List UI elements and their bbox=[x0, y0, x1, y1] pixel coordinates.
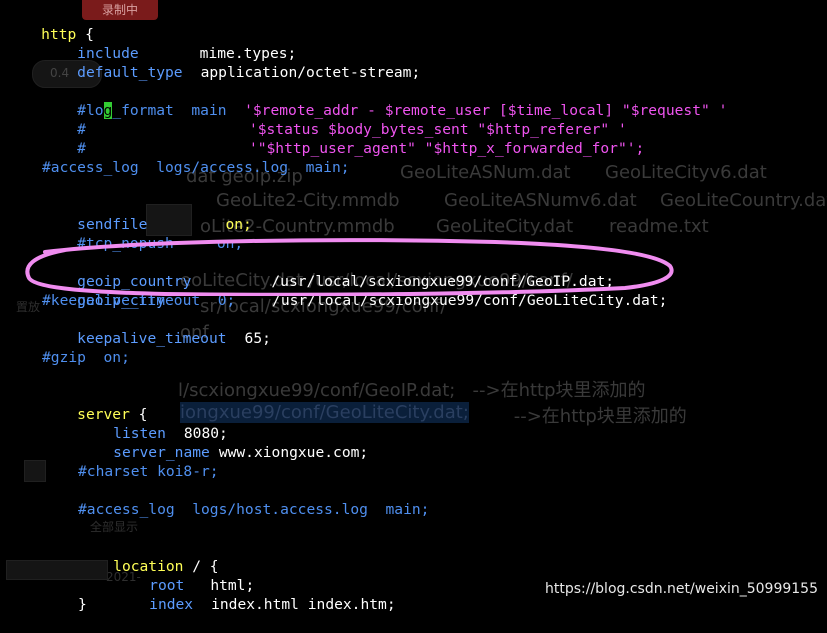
code-line-include: include mime.types; bbox=[42, 25, 296, 62]
code-line-sendfile: sendfile on; bbox=[42, 196, 252, 233]
code-line-server-name: server_name www.xiongxue.com; bbox=[78, 424, 368, 461]
code-line-close-brace: } bbox=[78, 596, 87, 613]
comment-hash: # bbox=[77, 140, 86, 157]
csdn-watermark: https://blog.csdn.net/weixin_50999155 bbox=[544, 581, 818, 597]
default-type-value: application/octet-stream; bbox=[200, 64, 421, 81]
code-line-default-type: default_type application/octet-stream; bbox=[42, 44, 420, 81]
index-value: index.html index.htm; bbox=[211, 596, 396, 613]
server-name-directive: server_name bbox=[113, 444, 210, 461]
terminal-editor[interactable]: http { include mime.types; default_type ap… bbox=[0, 0, 827, 613]
code-line-listen: listen 8080; bbox=[78, 405, 228, 442]
code-line-charset: #charset koi8-r; bbox=[78, 463, 219, 480]
code-line-host-access-log: #access_log logs/host.access.log main; bbox=[78, 501, 430, 518]
code-line-keepalive: keepalive_timeout 65; bbox=[42, 310, 271, 347]
code-line-access-log: #access_log logs/access.log main; bbox=[42, 159, 350, 176]
default-type-directive: default_type bbox=[77, 64, 183, 81]
code-line-gzip: #gzip on; bbox=[42, 349, 130, 366]
code-line-http: http { bbox=[6, 6, 94, 43]
code-line-log-format-1: #log_format main '$remote_addr - $remote… bbox=[42, 82, 727, 119]
code-line-tcp-nopush: #tcp_nopush on; bbox=[42, 215, 243, 252]
code-line-log-format-3: # '"$http_user_agent" "$http_x_forwarded_… bbox=[42, 120, 644, 157]
server-name-value: www.xiongxue.com; bbox=[218, 444, 369, 461]
log-format-string-3: '"$http_user_agent" "$http_x_forwarded_f… bbox=[248, 140, 645, 157]
code-line-server: server { bbox=[42, 386, 147, 423]
highlight-ellipse-annotation bbox=[25, 238, 674, 296]
code-line-root: root html; bbox=[114, 557, 254, 594]
code-line-log-format-2: # '$status $body_bytes_sent "$http_refere… bbox=[42, 101, 627, 138]
keepalive-value: 65; bbox=[244, 330, 271, 347]
code-line-index: index index.html index.htm; bbox=[114, 576, 395, 613]
index-directive: index bbox=[149, 596, 194, 613]
code-line-location: location / { bbox=[78, 538, 218, 575]
keepalive-directive: keepalive_timeout bbox=[77, 330, 227, 347]
